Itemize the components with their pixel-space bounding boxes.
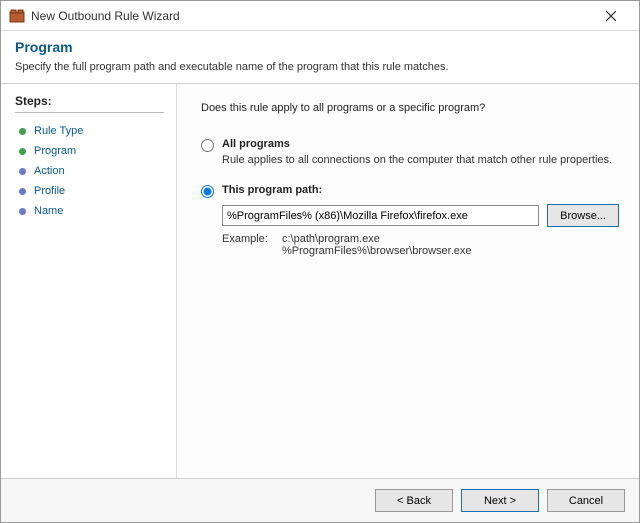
step-label: Rule Type: [34, 125, 83, 137]
app-icon: [9, 8, 25, 24]
wizard-body: Steps: Rule Type Program Action Profile …: [1, 84, 639, 478]
step-action[interactable]: Action: [15, 161, 176, 181]
page-subtitle: Specify the full program path and execut…: [15, 61, 625, 73]
step-program[interactable]: Program: [15, 141, 176, 161]
window-title: New Outbound Rule Wizard: [31, 9, 591, 23]
option-path-row[interactable]: This program path:: [201, 184, 619, 198]
steps-sidebar: Steps: Rule Type Program Action Profile …: [1, 84, 176, 478]
step-profile[interactable]: Profile: [15, 181, 176, 201]
option-program-path: This program path: Browse... Example: c:…: [201, 184, 619, 257]
radio-program-path[interactable]: [201, 185, 214, 198]
step-bullet-icon: [19, 188, 26, 195]
option-all-programs: All programs Rule applies to all connect…: [201, 138, 619, 166]
question-text: Does this rule apply to all programs or …: [201, 102, 619, 114]
step-label: Name: [34, 205, 63, 217]
option-all-row[interactable]: All programs: [201, 138, 619, 152]
step-label: Program: [34, 145, 76, 157]
option-all-desc: Rule applies to all connections on the c…: [222, 154, 619, 166]
step-bullet-icon: [19, 168, 26, 175]
browse-button[interactable]: Browse...: [547, 204, 619, 227]
close-button[interactable]: [591, 2, 631, 30]
step-bullet-icon: [19, 148, 26, 155]
next-button[interactable]: Next >: [461, 489, 539, 512]
wizard-main: Does this rule apply to all programs or …: [176, 84, 639, 478]
step-bullet-icon: [19, 128, 26, 135]
program-path-row: Browse...: [222, 204, 619, 227]
step-rule-type[interactable]: Rule Type: [15, 121, 176, 141]
back-button[interactable]: < Back: [375, 489, 453, 512]
page-title: Program: [15, 39, 625, 55]
program-path-input[interactable]: [222, 205, 539, 226]
example-values: c:\path\program.exe %ProgramFiles%\brows…: [282, 233, 472, 257]
step-name[interactable]: Name: [15, 201, 176, 221]
step-label: Profile: [34, 185, 65, 197]
steps-title: Steps:: [15, 94, 176, 108]
option-path-label: This program path:: [222, 184, 322, 196]
radio-all-programs[interactable]: [201, 139, 214, 152]
step-bullet-icon: [19, 208, 26, 215]
steps-divider: [15, 112, 164, 113]
cancel-button[interactable]: Cancel: [547, 489, 625, 512]
step-label: Action: [34, 165, 65, 177]
close-icon: [606, 11, 616, 21]
wizard-footer: < Back Next > Cancel: [1, 478, 639, 522]
wizard-header: Program Specify the full program path an…: [1, 31, 639, 84]
titlebar: New Outbound Rule Wizard: [1, 1, 639, 31]
example-label: Example:: [222, 233, 282, 257]
option-all-label: All programs: [222, 138, 290, 150]
example-row: Example: c:\path\program.exe %ProgramFil…: [222, 233, 619, 257]
